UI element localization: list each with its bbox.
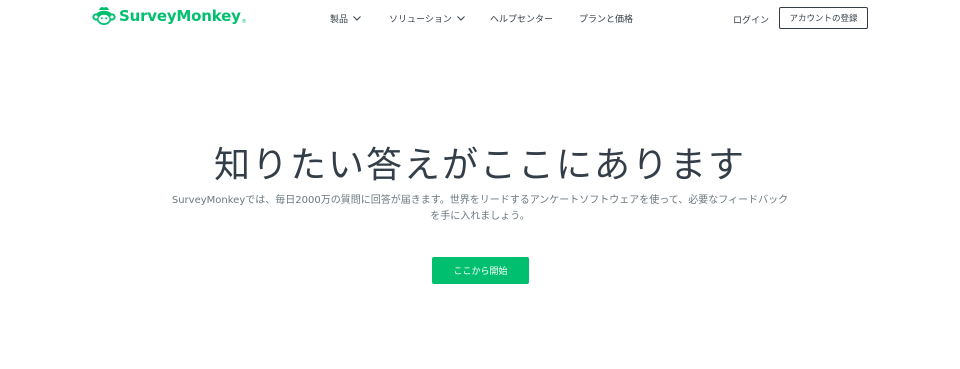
nav-item-solutions[interactable]: ソリューション [389,12,465,25]
page: SurveyMonkey ® 製品 ソリューション ヘルプセンター プランと価格… [0,0,960,369]
hero-title: 知りたい答えがここにあります [213,145,746,186]
chevron-down-icon [353,15,361,21]
nav-item-label: ソリューション [389,15,452,25]
nav-item-label: プランと価格 [579,15,634,25]
nav-item-plans-pricing[interactable]: プランと価格 [579,12,633,25]
surveymonkey-logo-icon [92,6,116,25]
hero-description-line-2: を手に入れましょう。 [430,211,530,222]
nav-item-label: ヘルプセンター [490,15,554,25]
chevron-down-icon [456,15,465,21]
login-link[interactable]: ログイン [733,13,769,26]
brand-name: SurveyMonkey [119,7,241,25]
get-started-button[interactable]: ここから開始 [432,257,529,284]
signup-button[interactable]: アカウントの登録 [779,7,868,29]
brand-logo[interactable]: SurveyMonkey ® [91,6,247,26]
hero-description: SurveyMonkeyでは、毎日2000万の質問に回答が届きます。世界をリード… [140,193,820,225]
nav-item-help-center[interactable]: ヘルプセンター [490,12,553,25]
nav-item-products[interactable]: 製品 [330,12,361,25]
nav-item-label: 製品 [330,15,349,25]
get-started-button-label: ここから開始 [453,266,508,276]
header: SurveyMonkey ® 製品 ソリューション ヘルプセンター プランと価格… [0,0,960,38]
signup-button-label: アカウントの登録 [789,14,858,24]
hero-description-line-1: SurveyMonkeyでは、毎日2000万の質問に回答が届きます。世界をリード… [171,195,789,206]
brand-trademark: ® [241,19,247,25]
